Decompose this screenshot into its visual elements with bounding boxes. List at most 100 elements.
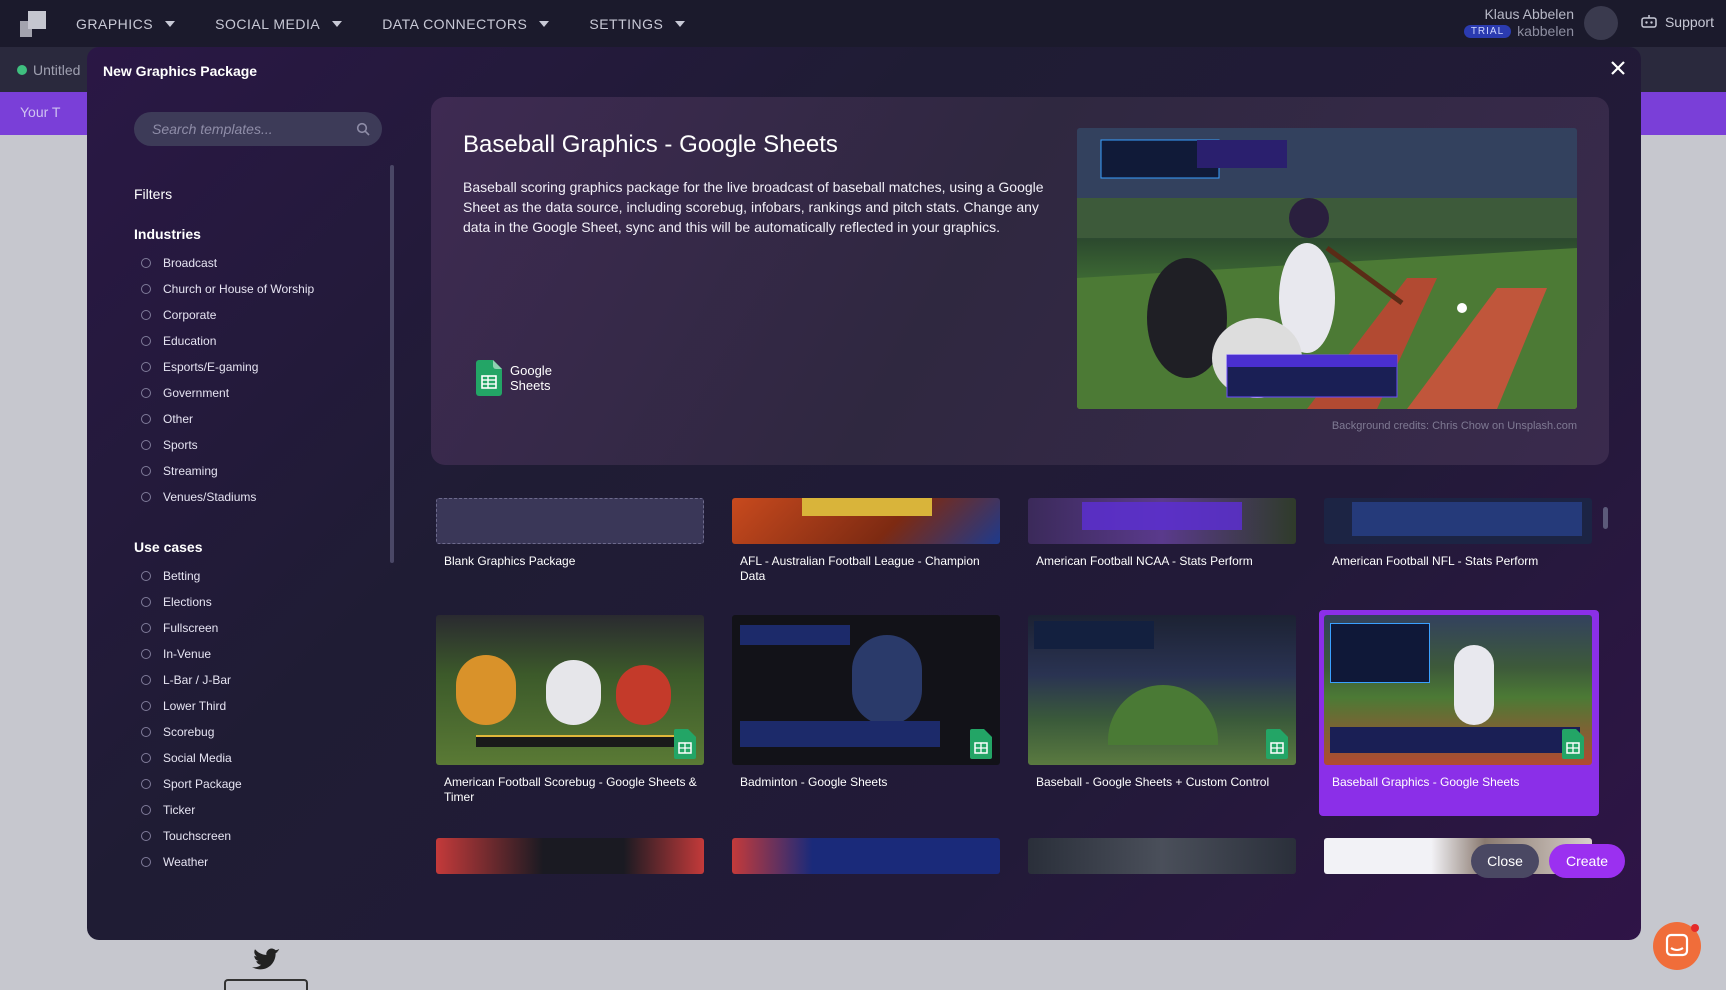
nav-data-connectors[interactable]: DATA CONNECTORS	[382, 16, 550, 32]
radio-icon	[141, 388, 151, 398]
filter-option[interactable]: Weather	[134, 849, 242, 875]
filter-option[interactable]: Education	[134, 328, 314, 354]
template-card[interactable]: Badminton - Google Sheets	[732, 615, 1000, 790]
google-sheets-icon	[476, 360, 502, 396]
google-sheets-icon	[674, 729, 696, 759]
radio-icon	[141, 440, 151, 450]
avatar[interactable]	[1584, 6, 1618, 40]
support-link[interactable]: Support	[1641, 14, 1714, 30]
chevron-down-icon	[165, 20, 176, 27]
google-sheets-logo: Google Sheets	[476, 360, 552, 396]
filter-option[interactable]: Lower Third	[134, 693, 242, 719]
support-icon	[1641, 15, 1657, 28]
close-icon[interactable]	[1607, 57, 1629, 79]
filter-option[interactable]: Corporate	[134, 302, 314, 328]
filter-option[interactable]: Sport Package	[134, 771, 242, 797]
radio-icon	[141, 362, 151, 372]
radio-icon	[141, 336, 151, 346]
template-thumbnail	[436, 838, 704, 874]
twitter-icon	[252, 948, 280, 970]
filters-title: Filters	[134, 186, 173, 202]
radio-icon	[141, 258, 151, 268]
radio-icon	[141, 831, 151, 841]
template-thumbnail	[732, 498, 1000, 544]
filter-option[interactable]: Scorebug	[134, 719, 242, 745]
template-card[interactable]: American Football Scorebug - Google Shee…	[436, 615, 704, 805]
filter-option[interactable]: Sports	[134, 432, 314, 458]
background-credits: Background credits: Chris Chow on Unspla…	[1331, 420, 1577, 432]
template-card-selected[interactable]: Baseball Graphics - Google Sheets	[1324, 615, 1592, 790]
template-thumbnail	[732, 615, 1000, 765]
chat-launcher[interactable]	[1653, 922, 1701, 970]
nav-graphics[interactable]: GRAPHICS	[76, 16, 176, 32]
filter-option[interactable]: Church or House of Worship	[134, 276, 314, 302]
user-menu[interactable]: Klaus Abbelen TRIAL kabbelen	[1463, 6, 1574, 39]
filter-option[interactable]: Streaming	[134, 458, 314, 484]
template-card[interactable]	[1028, 838, 1296, 874]
radio-icon	[141, 623, 151, 633]
google-sheets-icon	[1562, 729, 1584, 759]
radio-icon	[141, 727, 151, 737]
filter-option[interactable]: Esports/E-gaming	[134, 354, 314, 380]
google-sheets-icon	[1266, 729, 1288, 759]
template-thumbnail	[1028, 498, 1296, 544]
radio-icon	[141, 857, 151, 867]
project-status: Untitled	[17, 62, 80, 78]
username: kabbelen	[1517, 23, 1574, 39]
usecases-group: Use cases Betting Elections Fullscreen I…	[134, 539, 242, 875]
modal-title: New Graphics Package	[103, 63, 258, 79]
template-card[interactable]: American Football NCAA - Stats Perform	[1028, 498, 1296, 569]
app-logo[interactable]	[16, 7, 50, 41]
template-card[interactable]: Baseball - Google Sheets + Custom Contro…	[1028, 615, 1296, 790]
filter-option[interactable]: Venues/Stadiums	[134, 484, 314, 510]
template-card[interactable]	[436, 838, 704, 874]
sidebar-scrollbar[interactable]	[390, 165, 394, 563]
template-thumbnail	[1324, 498, 1592, 544]
cards-scrollbar[interactable]	[1603, 507, 1608, 529]
template-thumbnail	[1028, 838, 1296, 874]
new-graphics-package-modal: New Graphics Package Filters Industries …	[87, 47, 1641, 940]
usecases-title: Use cases	[134, 539, 203, 555]
template-card[interactable]: Blank Graphics Package	[436, 498, 704, 569]
search-input[interactable]	[152, 121, 342, 137]
filter-option[interactable]: Betting	[134, 563, 242, 589]
close-button[interactable]: Close	[1471, 844, 1539, 878]
radio-icon	[141, 649, 151, 659]
chevron-down-icon	[675, 20, 686, 27]
radio-icon	[141, 414, 151, 424]
radio-icon	[141, 779, 151, 789]
radio-icon	[141, 284, 151, 294]
template-thumbnail	[1028, 615, 1296, 765]
filter-option[interactable]: Broadcast	[134, 250, 314, 276]
preview-description: Baseball scoring graphics package for th…	[463, 179, 1044, 235]
filter-option[interactable]: In-Venue	[134, 641, 242, 667]
nav-settings[interactable]: SETTINGS	[589, 16, 686, 32]
industries-title: Industries	[134, 226, 201, 242]
radio-icon	[141, 571, 151, 581]
preview-image	[1077, 128, 1577, 409]
template-preview: Baseball Graphics - Google Sheets Baseba…	[431, 97, 1609, 465]
filter-option[interactable]: Social Media	[134, 745, 242, 771]
background-frame	[224, 979, 308, 990]
template-card[interactable]	[732, 838, 1000, 874]
chevron-down-icon	[332, 20, 343, 27]
create-button[interactable]: Create	[1549, 844, 1625, 878]
search-icon[interactable]	[356, 122, 370, 136]
filter-option[interactable]: L-Bar / J-Bar	[134, 667, 242, 693]
template-card[interactable]: American Football NFL - Stats Perform	[1324, 498, 1592, 569]
filter-option[interactable]: Ticker	[134, 797, 242, 823]
google-sheets-icon	[970, 729, 992, 759]
nav-social-media[interactable]: SOCIAL MEDIA	[215, 16, 343, 32]
your-templates-label: Your T	[20, 104, 61, 120]
baseball-preview-illustration	[1077, 128, 1577, 409]
notification-dot	[1691, 924, 1699, 932]
radio-icon	[141, 310, 151, 320]
filter-option[interactable]: Elections	[134, 589, 242, 615]
filter-option[interactable]: Government	[134, 380, 314, 406]
filter-option[interactable]: Touchscreen	[134, 823, 242, 849]
template-card[interactable]: AFL - Australian Football League - Champ…	[732, 498, 1000, 584]
user-name: Klaus Abbelen	[1484, 6, 1574, 22]
filter-option[interactable]: Other	[134, 406, 314, 432]
template-thumbnail	[436, 615, 704, 765]
filter-option[interactable]: Fullscreen	[134, 615, 242, 641]
